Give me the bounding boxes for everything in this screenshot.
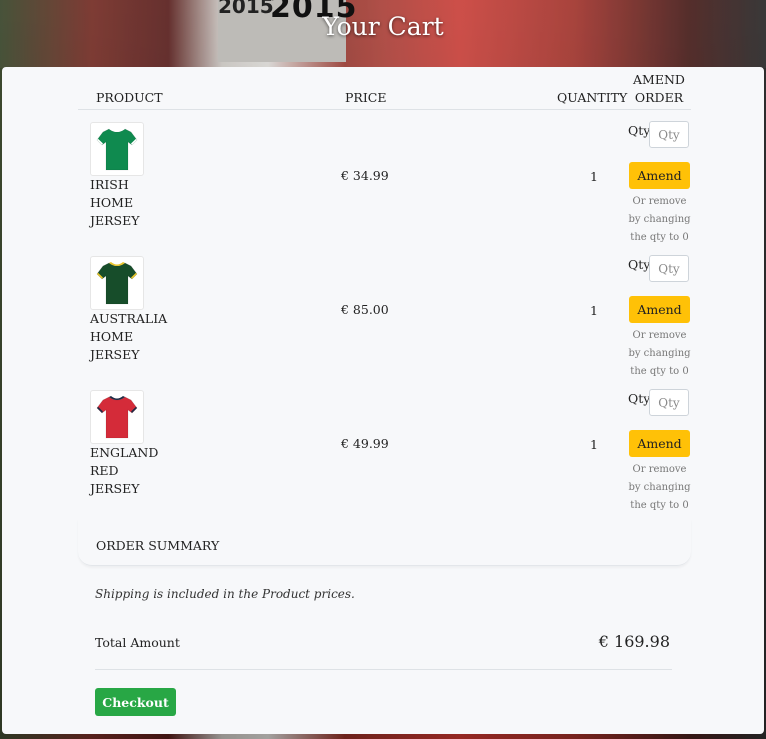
table-row: ENGLAND RED JERSEY € 49.99 1 Qty Amend Or remov… (78, 378, 691, 512)
amend-button[interactable]: Amend (629, 296, 690, 323)
header-quantity: QUANTITY (557, 90, 628, 105)
header-amend-line2: ORDER (634, 90, 684, 105)
qty-input[interactable] (649, 255, 689, 282)
product-quantity: 1 (590, 169, 598, 184)
remove-hint-line: the qty to 0 (630, 366, 689, 377)
qty-label: Qty (628, 257, 651, 272)
product-name-line: HOME (90, 195, 134, 210)
qty-input[interactable] (649, 389, 689, 416)
total-amount-value: € 169.98 (598, 632, 670, 651)
remove-hint-line: by changing (628, 482, 691, 493)
product-price: € 85.00 (341, 302, 389, 317)
table-header: PRODUCT PRICE QUANTITY AMEND ORDER (78, 67, 691, 110)
shipping-note: Shipping is included in the Product pric… (95, 587, 355, 601)
cart-card: PRODUCT PRICE QUANTITY AMEND ORDER IRISH… (2, 67, 764, 734)
product-name-line: AUSTRALIA (90, 311, 168, 326)
header-price: PRICE (345, 90, 387, 105)
order-summary-title: ORDER SUMMARY (96, 538, 220, 553)
order-summary-header: ORDER SUMMARY (78, 519, 691, 566)
header-amend-line1: AMEND (633, 72, 685, 87)
remove-hint-line: the qty to 0 (630, 232, 689, 243)
product-name-line: RED (90, 463, 119, 478)
product-price: € 34.99 (341, 168, 389, 183)
product-image (90, 256, 144, 310)
remove-hint: Or remove by changing the qty to 0 (623, 461, 696, 515)
summary-divider (95, 669, 672, 670)
amend-button[interactable]: Amend (629, 430, 690, 457)
product-name-line: JERSEY (90, 481, 140, 496)
product-price: € 49.99 (341, 436, 389, 451)
product-name-line: JERSEY (90, 213, 140, 228)
cart-rows: IRISH HOME JERSEY € 34.99 1 Qty Amend Or remove… (78, 110, 691, 512)
table-row: IRISH HOME JERSEY € 34.99 1 Qty Amend Or remove… (78, 110, 691, 244)
checkout-button[interactable]: Checkout (95, 688, 176, 716)
header-product: PRODUCT (96, 90, 163, 105)
header-amend-order: AMEND ORDER (629, 71, 689, 107)
cart-table: PRODUCT PRICE QUANTITY AMEND ORDER IRISH… (78, 67, 691, 512)
remove-hint: Or remove by changing the qty to 0 (623, 327, 696, 381)
qty-label: Qty (628, 123, 651, 138)
product-quantity: 1 (590, 437, 598, 452)
jersey-icon (96, 128, 138, 171)
remove-hint-line: the qty to 0 (630, 500, 689, 511)
remove-hint-line: Or remove (632, 330, 687, 341)
total-amount-label: Total Amount (95, 635, 180, 650)
qty-label: Qty (628, 391, 651, 406)
remove-hint: Or remove by changing the qty to 0 (623, 193, 696, 247)
product-name: IRISH HOME JERSEY (90, 176, 170, 230)
product-name-line: IRISH (90, 177, 129, 192)
remove-hint-line: by changing (628, 348, 691, 359)
product-name-line: HOME (90, 329, 134, 344)
product-quantity: 1 (590, 303, 598, 318)
remove-hint-line: by changing (628, 214, 691, 225)
jersey-icon (96, 396, 138, 439)
amend-button[interactable]: Amend (629, 162, 690, 189)
product-name-line: JERSEY (90, 347, 140, 362)
table-row: AUSTRALIA HOME JERSEY € 85.00 1 Qty Amend Or re… (78, 244, 691, 378)
remove-hint-line: Or remove (632, 196, 687, 207)
page-title: Your Cart (322, 12, 444, 41)
product-name-line: ENGLAND (90, 445, 159, 460)
product-image (90, 122, 144, 176)
product-image (90, 390, 144, 444)
product-name: AUSTRALIA HOME JERSEY (90, 310, 170, 364)
qty-input[interactable] (649, 121, 689, 148)
remove-hint-line: Or remove (632, 464, 687, 475)
product-name: ENGLAND RED JERSEY (90, 444, 170, 498)
jersey-icon (96, 262, 138, 305)
